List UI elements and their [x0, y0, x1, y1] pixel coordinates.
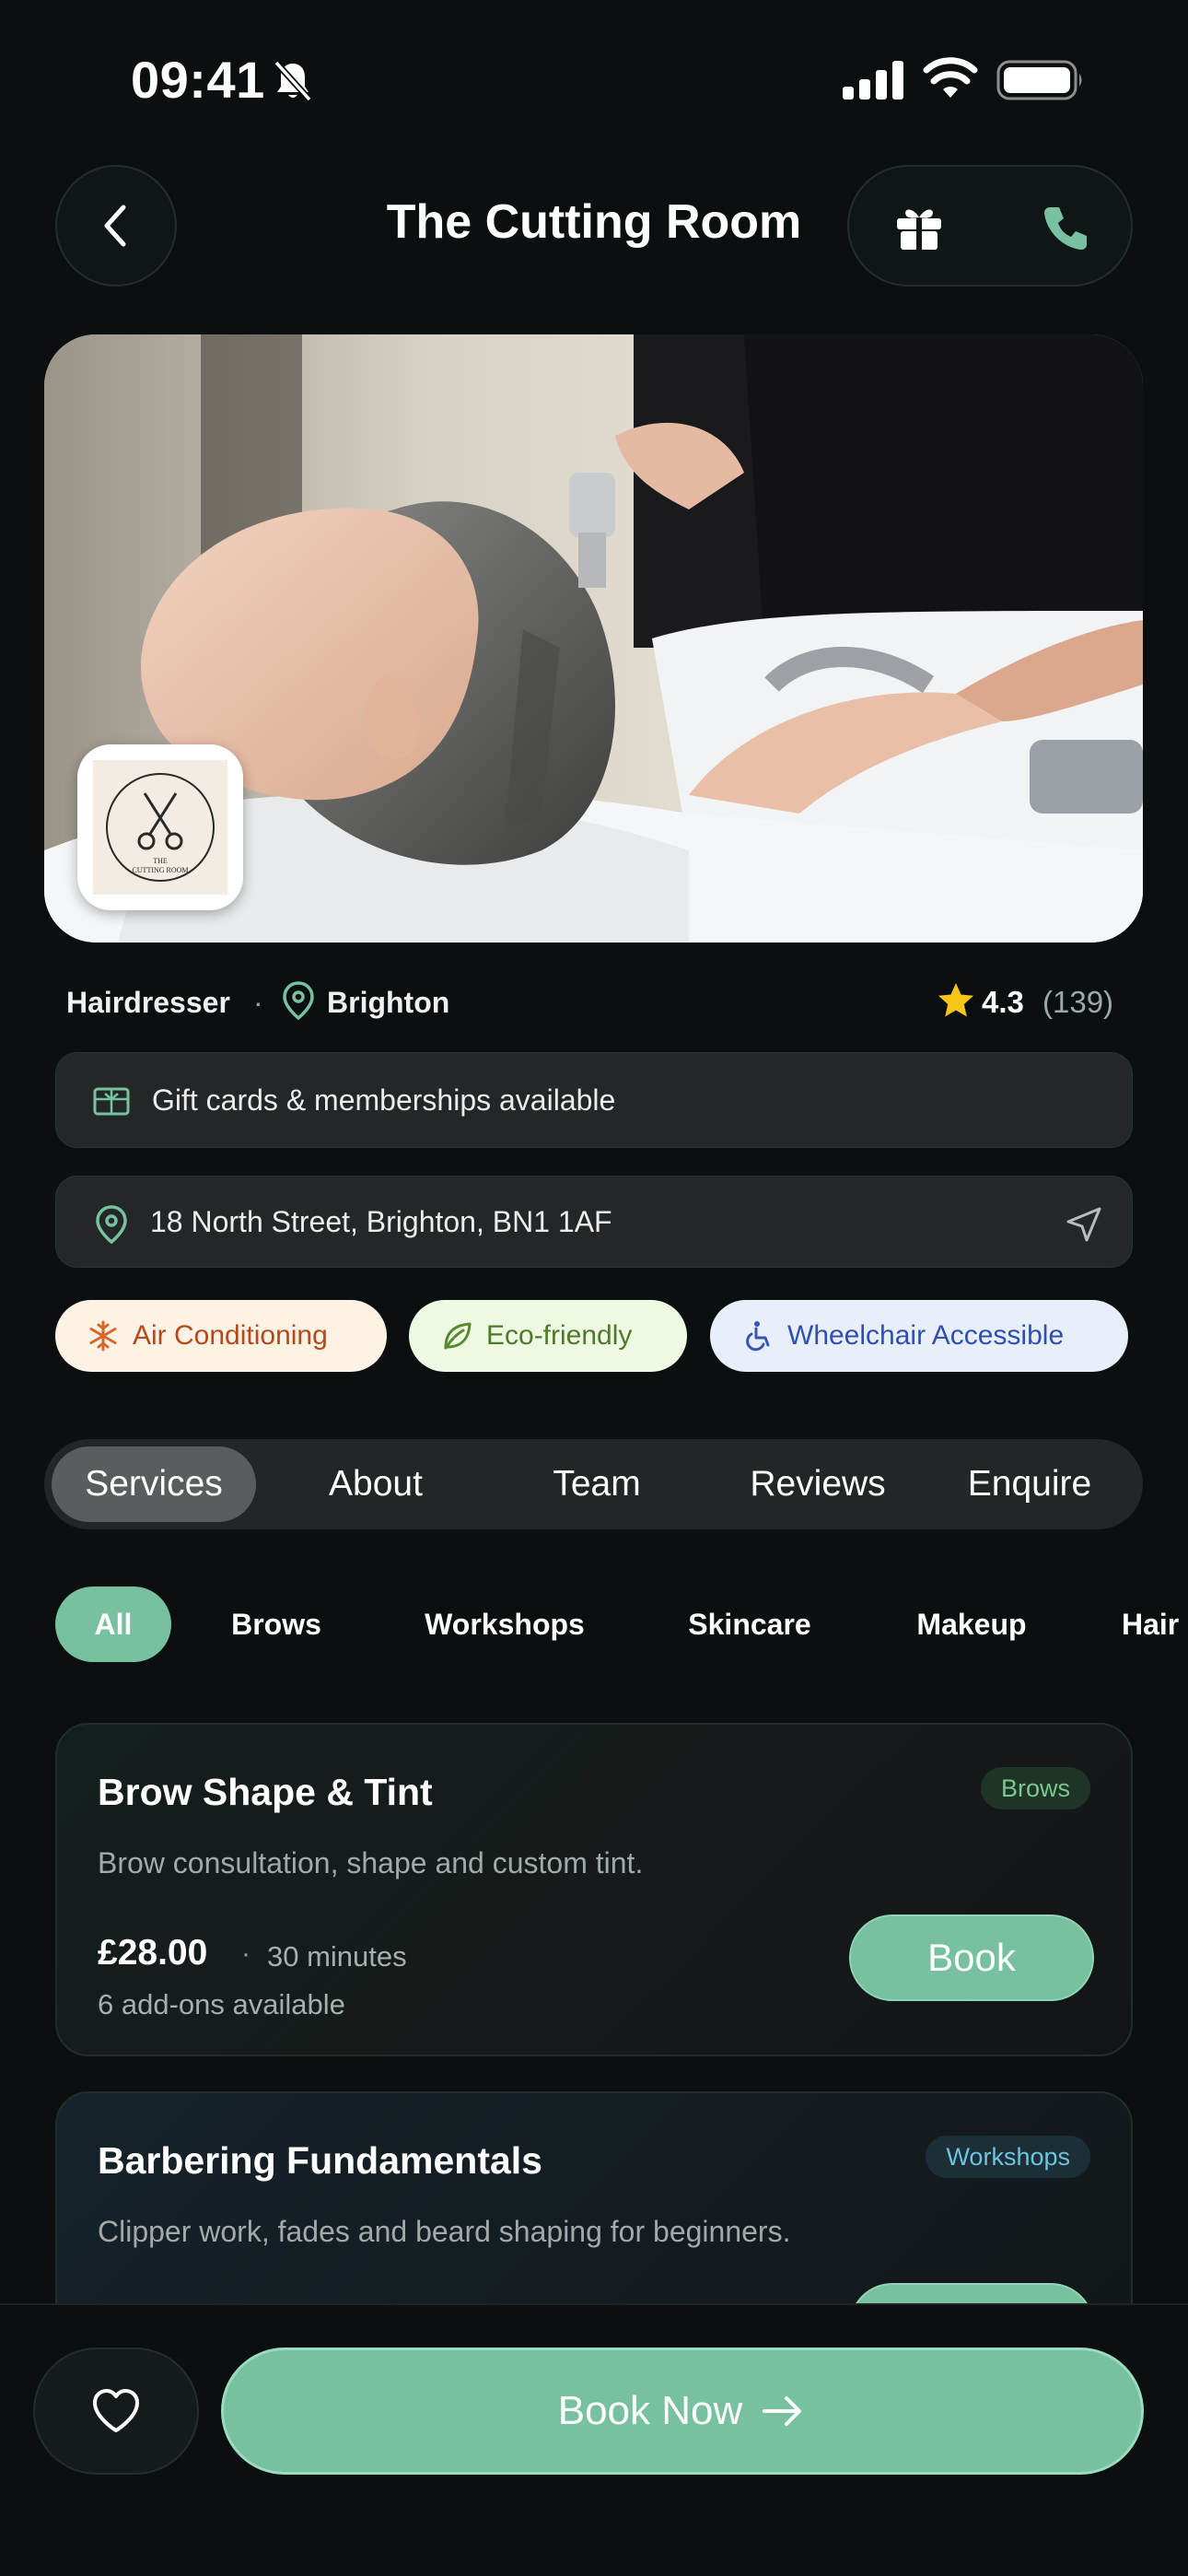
service-price: £28.00: [98, 1933, 208, 1973]
service-duration: 30 minutes: [267, 1940, 407, 1973]
call-button[interactable]: [1033, 194, 1100, 261]
star-icon: [938, 983, 973, 1017]
book-now-label: Book Now: [557, 2388, 743, 2433]
gift-card-icon: [93, 1087, 130, 1116]
business-category: Hairdresser: [66, 986, 230, 1019]
tab-reviews[interactable]: Reviews: [716, 1446, 919, 1522]
business-location: Brighton: [327, 986, 450, 1019]
gift-icon: [897, 209, 941, 250]
signal-icon: [843, 61, 903, 100]
phone-icon: [1044, 207, 1087, 250]
page-title: The Cutting Room: [386, 195, 802, 249]
navigation-arrow-icon[interactable]: [1064, 1204, 1104, 1245]
snowflake-icon: [89, 1320, 117, 1352]
header: The Cutting Room: [0, 161, 1188, 290]
back-button[interactable]: [55, 165, 177, 287]
filter-makeup[interactable]: Makeup: [893, 1587, 1050, 1662]
feature-label: Eco-friendly: [486, 1320, 633, 1351]
chevron-left-icon: [104, 205, 126, 247]
svg-text:THE: THE: [153, 857, 168, 865]
rating-count[interactable]: (139): [1042, 985, 1113, 1020]
gift-cards-text: Gift cards & memberships available: [152, 1083, 616, 1117]
section-tabs: Services About Team Reviews Enquire: [44, 1439, 1143, 1529]
book-button[interactable]: Book: [849, 1914, 1094, 2001]
bottom-action-bar: Book Now: [0, 2303, 1188, 2576]
business-meta: Hairdresser · Brighton 4.3 (139): [66, 980, 1125, 1025]
service-category-tag: Brows: [980, 1767, 1090, 1809]
service-description: Brow consultation, shape and custom tint…: [98, 1846, 644, 1879]
meta-separator: ·: [253, 986, 263, 1019]
filter-all[interactable]: All: [55, 1587, 171, 1662]
feature-label: Air Conditioning: [133, 1320, 328, 1351]
filter-skincare[interactable]: Skincare: [669, 1587, 831, 1662]
gift-button[interactable]: [886, 194, 952, 261]
feature-air-conditioning: Air Conditioning: [55, 1300, 387, 1372]
svg-text:CUTTING ROOM: CUTTING ROOM: [132, 866, 188, 874]
location-pin-icon: [283, 981, 314, 1021]
service-addons: 6 add-ons available: [98, 1988, 345, 2020]
bell-slash-icon: [274, 60, 312, 102]
service-description: Clipper work, fades and beard shaping fo…: [98, 2215, 791, 2248]
book-now-button[interactable]: Book Now: [221, 2348, 1144, 2475]
feature-label: Wheelchair Accessible: [787, 1320, 1065, 1351]
service-card[interactable]: Brow Shape & Tint Brows Brow consultatio…: [55, 1723, 1133, 2056]
tab-enquire[interactable]: Enquire: [928, 1446, 1131, 1522]
favorite-button[interactable]: [33, 2348, 199, 2475]
header-actions: [847, 165, 1133, 287]
tab-team[interactable]: Team: [495, 1446, 698, 1522]
heart-icon: [93, 2389, 139, 2432]
rating-value: 4.3: [982, 985, 1024, 1019]
status-time: 09:41: [131, 51, 265, 109]
service-title: Brow Shape & Tint: [98, 1771, 433, 1813]
address-text: 18 North Street, Brighton, BN1 1AF: [150, 1205, 612, 1238]
battery-icon: [996, 60, 1082, 100]
address-card[interactable]: 18 North Street, Brighton, BN1 1AF: [55, 1176, 1133, 1268]
feature-eco-friendly: Eco-friendly: [409, 1300, 687, 1372]
scissors-logo-icon: THE CUTTING ROOM: [106, 773, 215, 882]
wifi-icon: [923, 57, 978, 98]
wheelchair-icon: [746, 1321, 770, 1352]
arrow-right-icon: [763, 2396, 802, 2426]
tab-about[interactable]: About: [274, 1446, 477, 1522]
location-pin-icon: [96, 1205, 127, 1245]
tab-services[interactable]: Services: [52, 1446, 256, 1522]
status-bar: 09:41: [0, 0, 1188, 161]
leaf-icon: [444, 1322, 472, 1350]
feature-wheelchair-accessible: Wheelchair Accessible: [710, 1300, 1128, 1372]
gift-cards-banner[interactable]: Gift cards & memberships available: [55, 1052, 1133, 1148]
price-separator: ·: [241, 1938, 250, 1969]
filter-workshops[interactable]: Workshops: [405, 1587, 604, 1662]
filter-brows[interactable]: Brows: [212, 1587, 341, 1662]
service-title: Barbering Fundamentals: [98, 2139, 542, 2182]
filter-hair[interactable]: Hair: [1122, 1587, 1188, 1662]
salon-logo: THE CUTTING ROOM: [77, 744, 243, 910]
service-category-tag: Workshops: [926, 2136, 1090, 2178]
